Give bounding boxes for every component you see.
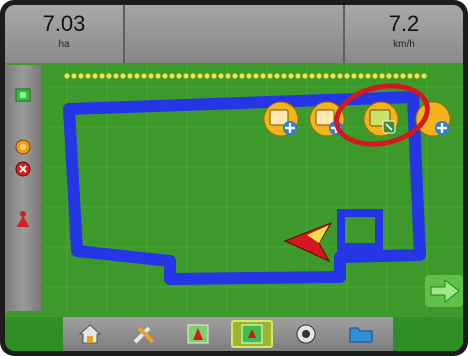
tab-camera[interactable] [285, 320, 327, 348]
boom-status-icon[interactable] [15, 87, 31, 103]
add-boundary-icon [435, 121, 449, 135]
folder-icon [349, 327, 373, 343]
status-box[interactable] [125, 5, 345, 63]
tab-data[interactable] [339, 320, 381, 348]
top-status-bar: 7.03 ha 7.2 km/h [5, 5, 463, 63]
speed-value: 7.2 [388, 11, 420, 36]
steering-icon[interactable] [15, 139, 31, 155]
tab-home[interactable] [69, 320, 111, 348]
area-readout[interactable]: 7.03 ha [5, 5, 125, 63]
next-page-button[interactable] [425, 275, 463, 307]
tab-guidance[interactable] [177, 320, 219, 348]
map-icon [241, 324, 263, 344]
bottom-tabs [63, 317, 393, 351]
left-status-bar [5, 65, 41, 311]
area-unit: ha [58, 39, 70, 50]
new-boundary-icon [283, 121, 297, 135]
tools-icon [133, 326, 155, 344]
vehicle-icon [283, 222, 333, 263]
guidance-icon [187, 324, 209, 344]
new-boundary-button[interactable] [263, 101, 299, 137]
boom-sections [64, 73, 427, 79]
highlight-circle [334, 83, 430, 147]
speed-readout[interactable]: 7.2 km/h [343, 5, 463, 63]
area-value: 7.03 [42, 11, 86, 36]
speed-unit: km/h [393, 39, 415, 50]
marker-icon[interactable] [15, 211, 31, 227]
tab-map[interactable] [231, 320, 273, 348]
camera-icon [296, 324, 316, 344]
display-device: 7.03 ha 7.2 km/h [0, 0, 468, 356]
tab-setup[interactable] [123, 320, 165, 348]
alert-icon[interactable] [15, 161, 31, 177]
screen: 7.03 ha 7.2 km/h [5, 5, 463, 351]
home-icon [78, 324, 102, 344]
